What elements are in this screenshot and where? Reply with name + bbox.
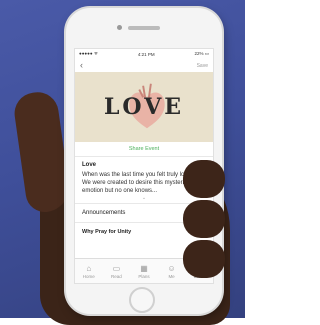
expand-chevron-icon[interactable]: ⌄ xyxy=(82,195,206,201)
tab-label: Read xyxy=(111,273,122,279)
finger xyxy=(183,200,225,238)
tab-home[interactable]: ⌂ Home xyxy=(75,259,103,283)
person-icon: ☺ xyxy=(167,263,176,273)
tab-read[interactable]: ▭ Read xyxy=(103,259,131,283)
save-button[interactable]: Save xyxy=(197,63,208,69)
status-bar: ●●●●● ᯤ 4:21 PM 22% ▭ xyxy=(75,49,213,59)
front-camera xyxy=(117,25,122,30)
banner-title: LOVE xyxy=(103,94,185,120)
earpiece-speaker xyxy=(128,26,160,30)
calendar-icon: ▦ xyxy=(140,263,148,273)
home-button[interactable] xyxy=(129,287,155,313)
tab-plans[interactable]: ▦ Plans xyxy=(130,259,158,283)
nav-bar: ‹ Save xyxy=(75,59,213,72)
row-label: Announcements xyxy=(82,210,126,217)
share-event-button[interactable]: Share Event xyxy=(75,142,213,157)
tab-me[interactable]: ☺ Me xyxy=(158,259,186,283)
tab-label: Home xyxy=(82,273,95,279)
home-icon: ⌂ xyxy=(86,263,92,273)
event-banner: LOVE xyxy=(75,72,213,142)
back-icon[interactable]: ‹ xyxy=(80,61,83,70)
battery-status: 22% ▭ xyxy=(194,51,209,56)
tab-label: Plans xyxy=(138,273,150,279)
tab-label: Me xyxy=(168,273,175,279)
finger xyxy=(183,240,225,278)
carrier-signal: ●●●●● ᯤ xyxy=(79,51,98,56)
book-icon: ▭ xyxy=(112,263,121,273)
status-time: 4:21 PM xyxy=(137,51,155,57)
finger xyxy=(183,160,225,198)
